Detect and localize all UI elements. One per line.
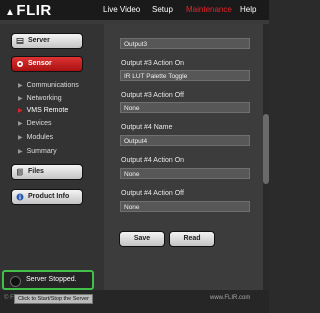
o4-name-field[interactable]: Output4 <box>120 135 250 146</box>
save-button[interactable]: Save <box>120 232 164 246</box>
flir-logo: ▲FLIR <box>5 2 52 19</box>
o3-action-on-label: Output #3 Action On <box>121 60 185 67</box>
o4-name-label: Output #4 Name <box>121 124 173 131</box>
info-icon <box>16 193 24 201</box>
nav-live-video[interactable]: Live Video <box>103 5 140 14</box>
files-button-label: Files <box>28 168 44 175</box>
o4-action-off-label: Output #4 Action Off <box>121 190 184 197</box>
expand-triangle-icon: ▶ <box>18 121 23 127</box>
expand-triangle-icon: ▶ <box>18 108 23 114</box>
o4-action-on-label: Output #4 Action On <box>121 157 185 164</box>
server-status-text: Server Stopped. <box>26 276 77 283</box>
sensor-button[interactable]: Sensor <box>12 57 82 71</box>
server-icon <box>16 38 24 44</box>
nav-setup[interactable]: Setup <box>152 5 173 14</box>
sensor-icon <box>17 61 23 67</box>
product-info-button-label: Product Info <box>28 193 70 200</box>
expand-triangle-icon: ▶ <box>18 135 23 141</box>
sidebar-item-networking[interactable]: ▶ Networking <box>18 95 62 102</box>
output3-name-field[interactable]: Output3 <box>120 38 250 49</box>
sidebar-item-summary[interactable]: ▶ Summary <box>18 148 57 155</box>
top-bar: ▲FLIR Live Video Setup Maintenance Help <box>0 0 269 20</box>
scrollbar-thumb[interactable] <box>263 114 269 184</box>
scrollbar[interactable] <box>263 24 269 290</box>
o3-action-off-select[interactable]: None <box>120 102 250 113</box>
sensor-button-label: Sensor <box>28 60 52 67</box>
expand-triangle-icon: ▶ <box>18 149 23 155</box>
o4-action-off-select[interactable]: None <box>120 201 250 212</box>
files-icon <box>17 168 23 176</box>
server-button[interactable]: Server <box>12 34 82 48</box>
sidebar-item-vms-remote[interactable]: ▶ VMS Remote <box>18 107 68 114</box>
o3-action-on-select[interactable]: IR LUT Palette Toggle <box>120 70 250 81</box>
nav-maintenance[interactable]: Maintenance <box>186 5 232 14</box>
server-button-label: Server <box>28 37 50 44</box>
status-tooltip: Click to Start/Stop the Server <box>14 294 93 304</box>
server-status-button[interactable]: Server Stopped. <box>2 270 94 290</box>
sidebar-item-devices[interactable]: ▶ Devices <box>18 120 52 127</box>
website-link[interactable]: www.FLIR.com <box>210 295 250 301</box>
files-button[interactable]: Files <box>12 165 82 179</box>
product-info-button[interactable]: Product Info <box>12 190 82 204</box>
expand-triangle-icon: ▶ <box>18 83 23 89</box>
read-button[interactable]: Read <box>170 232 214 246</box>
nav-help[interactable]: Help <box>240 5 256 14</box>
status-indicator-icon <box>10 276 21 287</box>
expand-triangle-icon: ▶ <box>18 96 23 102</box>
o4-action-on-select[interactable]: None <box>120 168 250 179</box>
o3-action-off-label: Output #3 Action Off <box>121 92 184 99</box>
sidebar-item-communications[interactable]: ▶ Communications <box>18 82 79 89</box>
sidebar-item-modules[interactable]: ▶ Modules <box>18 134 53 141</box>
